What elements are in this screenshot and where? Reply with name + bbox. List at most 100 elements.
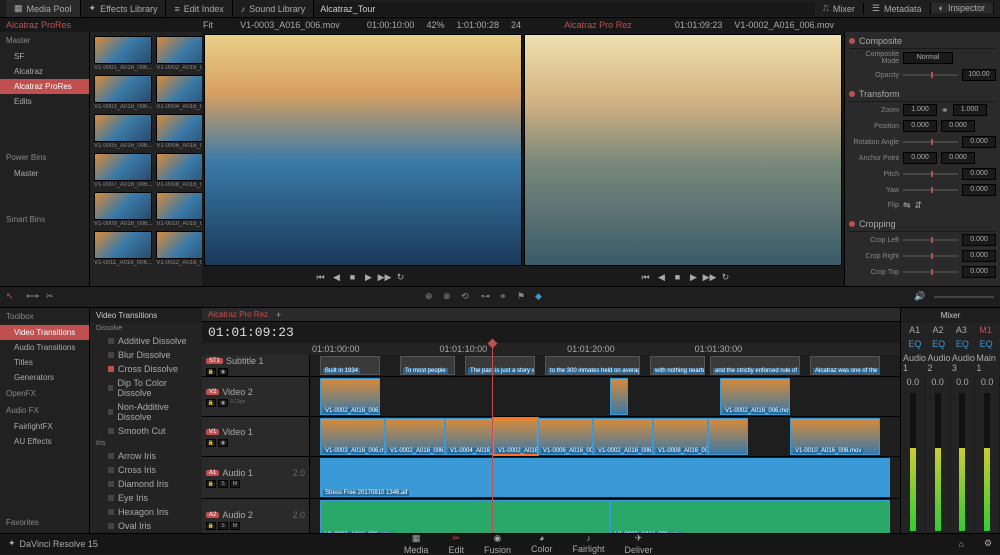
- yaw-slider[interactable]: [903, 189, 958, 191]
- video-clip[interactable]: V1-0002_A016_006.mov: [593, 418, 653, 455]
- fx-item[interactable]: Additive Dissolve: [90, 334, 202, 348]
- subtitle-clip[interactable]: and the strictly enforced rule of silenc…: [710, 356, 800, 375]
- source-fit[interactable]: Fit: [203, 20, 213, 30]
- insert-icon[interactable]: ⊕: [425, 291, 437, 303]
- crop-right-value[interactable]: 0.000: [962, 250, 996, 262]
- subtitle-track[interactable]: Built in 1934 To most people The past is…: [310, 355, 900, 376]
- inspector-toggle[interactable]: ◐Inspector: [931, 3, 994, 13]
- bus-label[interactable]: A1: [909, 325, 920, 335]
- video-clip[interactable]: V1-0010_A016_006.mov: [790, 418, 880, 455]
- playhead[interactable]: [492, 343, 493, 533]
- rotation-slider[interactable]: [903, 141, 958, 143]
- deliver-page-button[interactable]: ✈Deliver: [625, 533, 653, 555]
- blade-tool-icon[interactable]: ✂: [46, 291, 58, 303]
- bin-item[interactable]: Master: [0, 166, 89, 181]
- source-viewer[interactable]: [204, 34, 522, 266]
- timeline-ruler[interactable]: 01:01:00:00 01:01:10:00 01:01:20:00 01:0…: [202, 343, 900, 355]
- video-clip[interactable]: V1-0006_A016_006.mov: [538, 418, 593, 455]
- eq-button[interactable]: EQ: [908, 339, 921, 349]
- crop-left-value[interactable]: 0.000: [962, 234, 996, 246]
- mixer-channel[interactable]: 0.0: [975, 375, 1000, 533]
- crop-top-value[interactable]: 0.000: [962, 266, 996, 278]
- next-frame-button[interactable]: ▶▶: [705, 272, 715, 282]
- overwrite-icon[interactable]: ⊗: [443, 291, 455, 303]
- timeline-timecode[interactable]: 01:01:09:23: [202, 322, 900, 343]
- home-icon[interactable]: ⌂: [959, 539, 964, 549]
- fx-item[interactable]: Diamond Iris: [90, 477, 202, 491]
- bin-item[interactable]: SF: [0, 49, 89, 64]
- fx-item[interactable]: Non-Additive Dissolve: [90, 400, 202, 424]
- track-header-a1[interactable]: A1Audio 12.0 🔒SM: [202, 457, 310, 498]
- record-viewer[interactable]: [524, 34, 842, 266]
- mixer-channel[interactable]: 0.0: [951, 375, 976, 533]
- audio-track-1[interactable]: Stress Free 20170810 1346.aif: [310, 457, 900, 498]
- loop-button[interactable]: ↻: [721, 272, 731, 282]
- play-button[interactable]: ▶: [689, 272, 699, 282]
- fx-item[interactable]: Arrow Iris: [90, 449, 202, 463]
- subtitle-clip[interactable]: to the 300 inmates held on average,: [545, 356, 640, 375]
- clip-thumbnail[interactable]: V1-0007_A016_006...: [94, 153, 152, 188]
- next-frame-button[interactable]: ▶▶: [380, 272, 390, 282]
- favorites-label[interactable]: Favorites: [0, 514, 45, 531]
- audio-clip[interactable]: V1-0006_A016_006.wav: [320, 500, 610, 533]
- subtitle-clip[interactable]: Built in 1934: [320, 356, 380, 375]
- opacity-value[interactable]: 100.00: [962, 69, 996, 81]
- audio-track-2[interactable]: V1-0006_A016_006.wav V1-0008_A016_006.wa…: [310, 499, 900, 533]
- pitch-value[interactable]: 0.000: [962, 168, 996, 180]
- fusion-page-button[interactable]: ◉Fusion: [484, 533, 511, 555]
- fx-category[interactable]: Titles: [0, 355, 89, 370]
- bin-item[interactable]: Alcatraz: [0, 64, 89, 79]
- zoom-x[interactable]: 1.000: [903, 104, 937, 116]
- transform-section[interactable]: Transform: [849, 87, 996, 102]
- track-header-a2[interactable]: A2Audio 22.0 🔒SM: [202, 499, 310, 533]
- pos-y[interactable]: 0.000: [941, 120, 975, 132]
- clip-thumbnail[interactable]: V1-0002_A016_006...: [156, 36, 202, 71]
- composite-mode-select[interactable]: Normal: [903, 52, 953, 64]
- bin-item-selected[interactable]: Alcatraz ProRes: [0, 79, 89, 94]
- subtitle-clip[interactable]: with nothing nearby but the salt water,: [650, 356, 705, 375]
- media-pool-tab[interactable]: ▦Media Pool: [6, 0, 81, 17]
- audiofx-label[interactable]: Audio FX: [0, 402, 89, 419]
- opacity-slider[interactable]: [903, 74, 958, 76]
- fx-item[interactable]: Blur Dissolve: [90, 348, 202, 362]
- stop-button[interactable]: ■: [348, 272, 358, 282]
- clip-thumbnail[interactable]: V1-0006_A016_006...: [156, 114, 202, 149]
- snap-icon[interactable]: ⊶: [481, 291, 493, 303]
- track-header-v2[interactable]: V2Video 2 🔒◉3 Clips: [202, 377, 310, 416]
- volume-icon[interactable]: 🔊: [914, 291, 926, 303]
- fx-category[interactable]: Video Transitions: [0, 325, 89, 340]
- effects-library-tab[interactable]: ✦Effects Library: [81, 0, 167, 17]
- video-clip[interactable]: V1-0008_A016_006.mov: [653, 418, 708, 455]
- pos-x[interactable]: 0.000: [903, 120, 937, 132]
- fx-category[interactable]: Audio Transitions: [0, 340, 89, 355]
- zoom-y[interactable]: 1.000: [953, 104, 987, 116]
- power-bins-label[interactable]: Power Bins: [0, 149, 89, 166]
- clip-thumbnail[interactable]: V1-0011_A016_006...: [94, 231, 152, 266]
- track-header-st1[interactable]: ST1Subtitle 1 🔒◉: [202, 355, 310, 376]
- prev-frame-button[interactable]: ◀: [332, 272, 342, 282]
- fx-item[interactable]: Dip To Color Dissolve: [90, 376, 202, 400]
- color-page-button[interactable]: ◕Color: [531, 533, 553, 554]
- flag-icon[interactable]: ⚑: [517, 291, 529, 303]
- mixer-channel[interactable]: 0.0: [901, 375, 926, 533]
- fx-item[interactable]: Oval Iris: [90, 519, 202, 533]
- clip-thumbnail[interactable]: V1-0003_A016_006...: [94, 75, 152, 110]
- volume-slider[interactable]: [934, 296, 994, 298]
- anchor-x[interactable]: 0.000: [903, 152, 937, 164]
- crop-left-slider[interactable]: [903, 239, 958, 241]
- video-clip[interactable]: V1-0002_A016_006.mov: [320, 378, 380, 415]
- prev-frame-button[interactable]: ◀: [657, 272, 667, 282]
- anchor-y[interactable]: 0.000: [941, 152, 975, 164]
- timeline-tab[interactable]: Alcatraz Pro Rez: [208, 310, 268, 319]
- clip-thumbnail[interactable]: V1-0005_A016_006...: [94, 114, 152, 149]
- subtitle-clip[interactable]: The past is just a story we tell ourselv…: [465, 356, 535, 375]
- fx-item[interactable]: Smooth Cut: [90, 424, 202, 438]
- eq-button[interactable]: EQ: [956, 339, 969, 349]
- cropping-section[interactable]: Cropping: [849, 217, 996, 232]
- edit-index-tab[interactable]: ≡Edit Index: [166, 0, 232, 17]
- bus-label[interactable]: A2: [933, 325, 944, 335]
- metadata-toggle[interactable]: ☰Metadata: [864, 3, 931, 14]
- subtitle-clip[interactable]: To most people: [400, 356, 455, 375]
- trim-tool-icon[interactable]: ⟷: [26, 291, 38, 303]
- link-icon[interactable]: ⚭: [941, 105, 949, 116]
